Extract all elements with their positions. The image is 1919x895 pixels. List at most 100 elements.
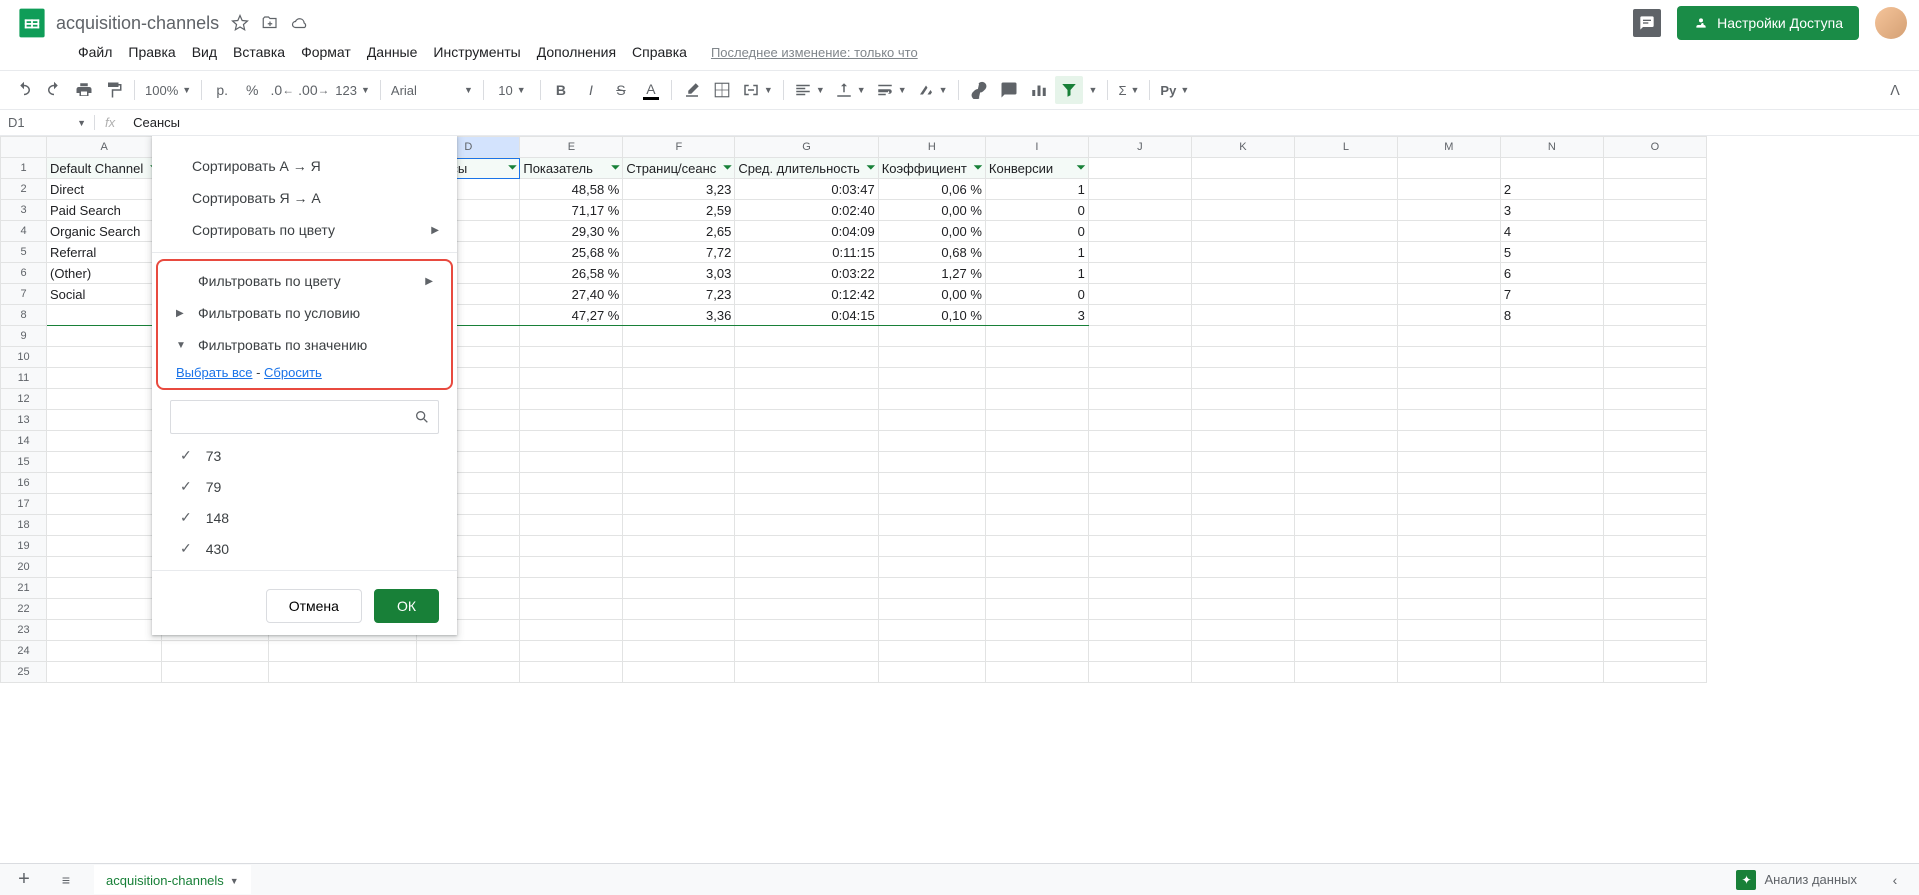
menu-tools[interactable]: Инструменты	[427, 40, 526, 64]
cell-O15[interactable]	[1603, 452, 1706, 473]
cell-N17[interactable]	[1500, 494, 1603, 515]
cell-H6[interactable]: 1,27 %	[878, 263, 985, 284]
cell-N15[interactable]	[1500, 452, 1603, 473]
cell-L5[interactable]	[1294, 242, 1397, 263]
cell-E22[interactable]	[520, 599, 623, 620]
cell-J6[interactable]	[1088, 263, 1191, 284]
cell-J7[interactable]	[1088, 284, 1191, 305]
cell-L18[interactable]	[1294, 515, 1397, 536]
filter-col-icon[interactable]: ⏷	[508, 160, 518, 175]
col-header-M[interactable]: M	[1397, 137, 1500, 158]
cell-G18[interactable]	[735, 515, 878, 536]
cell-M19[interactable]	[1397, 536, 1500, 557]
cell-G10[interactable]	[735, 347, 878, 368]
cell-L12[interactable]	[1294, 389, 1397, 410]
cell-A25[interactable]	[47, 662, 162, 683]
cell-O7[interactable]	[1603, 284, 1706, 305]
wrap-icon[interactable]: ▼	[872, 81, 911, 99]
cell-K11[interactable]	[1191, 368, 1294, 389]
cell-E15[interactable]	[520, 452, 623, 473]
cell-M18[interactable]	[1397, 515, 1500, 536]
cell-L7[interactable]	[1294, 284, 1397, 305]
cell-K16[interactable]	[1191, 473, 1294, 494]
star-icon[interactable]	[231, 14, 249, 32]
cell-I3[interactable]: 0	[985, 200, 1088, 221]
cell-J14[interactable]	[1088, 431, 1191, 452]
cell-E8[interactable]: 47,27 %	[520, 305, 623, 326]
row-header-19[interactable]: 19	[1, 536, 47, 557]
cell-K4[interactable]	[1191, 221, 1294, 242]
row-header-18[interactable]: 18	[1, 515, 47, 536]
menu-addons[interactable]: Дополнения	[531, 40, 622, 64]
cell-I11[interactable]	[985, 368, 1088, 389]
cell-I15[interactable]	[985, 452, 1088, 473]
cell-E7[interactable]: 27,40 %	[520, 284, 623, 305]
cell-L16[interactable]	[1294, 473, 1397, 494]
merge-icon[interactable]: ▼	[738, 81, 777, 99]
cell-M6[interactable]	[1397, 263, 1500, 284]
cell-J17[interactable]	[1088, 494, 1191, 515]
rotate-icon[interactable]: ▼	[913, 81, 952, 99]
valign-icon[interactable]: ▼	[831, 81, 870, 99]
cell-F20[interactable]	[623, 557, 735, 578]
language-icon[interactable]: Рy▼	[1156, 83, 1193, 98]
cell-H12[interactable]	[878, 389, 985, 410]
row-header-25[interactable]: 25	[1, 662, 47, 683]
header-cell-F[interactable]: Страниц/сеанс⏷	[623, 158, 735, 179]
currency-icon[interactable]: р.	[208, 76, 236, 104]
inc-decimal-icon[interactable]: .00→	[298, 76, 329, 104]
cell-G19[interactable]	[735, 536, 878, 557]
menu-help[interactable]: Справка	[626, 40, 693, 64]
cell-E5[interactable]: 25,68 %	[520, 242, 623, 263]
cell-L22[interactable]	[1294, 599, 1397, 620]
side-panel-toggle-icon[interactable]: ‹	[1881, 866, 1909, 894]
halign-icon[interactable]: ▼	[790, 81, 829, 99]
cell-J20[interactable]	[1088, 557, 1191, 578]
cell-L9[interactable]	[1294, 326, 1397, 347]
header-cell-M[interactable]	[1397, 158, 1500, 179]
link-icon[interactable]	[965, 76, 993, 104]
cell-A6[interactable]: (Other)	[47, 263, 162, 284]
cell-G15[interactable]	[735, 452, 878, 473]
cell-A9[interactable]	[47, 326, 162, 347]
header-cell-G[interactable]: Сред. длительность⏷	[735, 158, 878, 179]
header-cell-E[interactable]: Показатель⏷	[520, 158, 623, 179]
cell-H22[interactable]	[878, 599, 985, 620]
cell-A14[interactable]	[47, 431, 162, 452]
cell-H8[interactable]: 0,10 %	[878, 305, 985, 326]
cell-O6[interactable]	[1603, 263, 1706, 284]
col-header-F[interactable]: F	[623, 137, 735, 158]
cell-M16[interactable]	[1397, 473, 1500, 494]
cell-I13[interactable]	[985, 410, 1088, 431]
header-cell-J[interactable]	[1088, 158, 1191, 179]
row-header-12[interactable]: 12	[1, 389, 47, 410]
cell-I23[interactable]	[985, 620, 1088, 641]
filter-value-item[interactable]: ✓148	[170, 502, 439, 533]
cell-E14[interactable]	[520, 431, 623, 452]
cell-L21[interactable]	[1294, 578, 1397, 599]
cell-G11[interactable]	[735, 368, 878, 389]
cell-J4[interactable]	[1088, 221, 1191, 242]
cell-G20[interactable]	[735, 557, 878, 578]
cell-N20[interactable]	[1500, 557, 1603, 578]
row-header-6[interactable]: 6	[1, 263, 47, 284]
cell-K21[interactable]	[1191, 578, 1294, 599]
cell-J12[interactable]	[1088, 389, 1191, 410]
cell-E4[interactable]: 29,30 %	[520, 221, 623, 242]
cell-H4[interactable]: 0,00 %	[878, 221, 985, 242]
cell-E6[interactable]: 26,58 %	[520, 263, 623, 284]
cell-L25[interactable]	[1294, 662, 1397, 683]
row-header-5[interactable]: 5	[1, 242, 47, 263]
cell-O18[interactable]	[1603, 515, 1706, 536]
cell-J2[interactable]	[1088, 179, 1191, 200]
cell-J23[interactable]	[1088, 620, 1191, 641]
cell-M3[interactable]	[1397, 200, 1500, 221]
cell-E11[interactable]	[520, 368, 623, 389]
textcolor-icon[interactable]: A	[637, 76, 665, 104]
menu-edit[interactable]: Правка	[122, 40, 181, 64]
cell-K17[interactable]	[1191, 494, 1294, 515]
cell-M4[interactable]	[1397, 221, 1500, 242]
cell-A2[interactable]: Direct	[47, 179, 162, 200]
cell-F13[interactable]	[623, 410, 735, 431]
cell-A23[interactable]	[47, 620, 162, 641]
